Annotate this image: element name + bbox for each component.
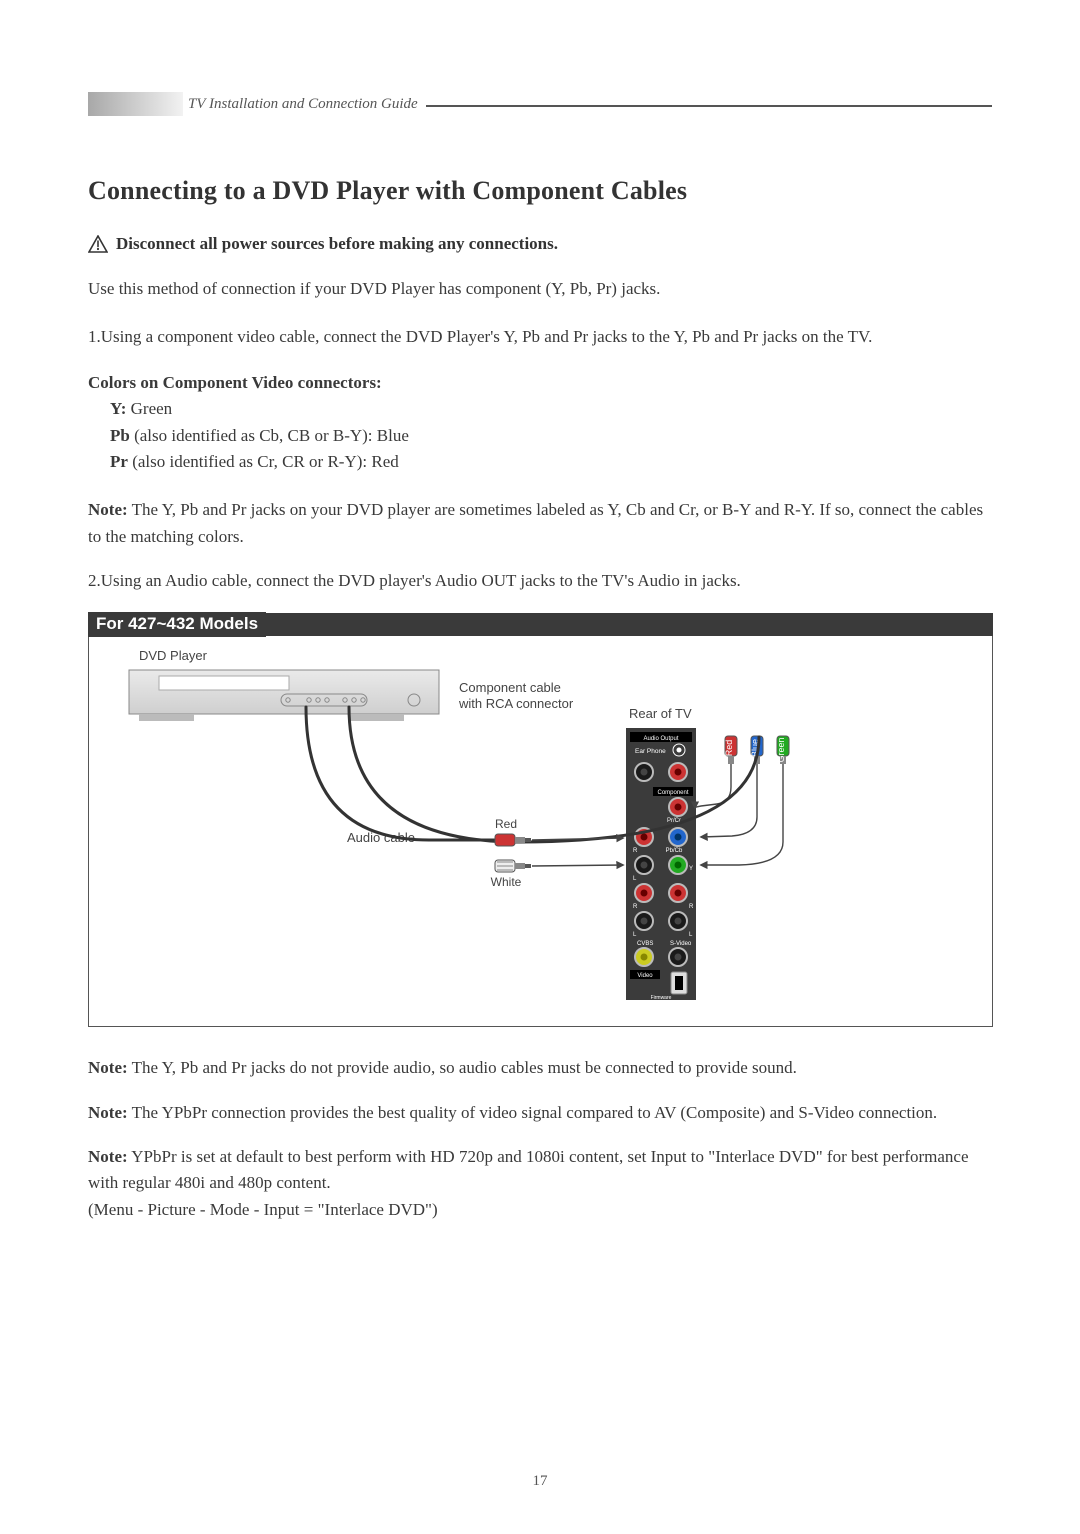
rear-tv-label: Rear of TV (629, 706, 692, 721)
tv-rear-panel-icon: Audio Output Ear Phone Component (626, 728, 696, 1012)
panel-component: Component (657, 790, 688, 796)
green-component-line (701, 764, 783, 865)
note-quality-text: The YPbPr connection provides the best q… (132, 1103, 938, 1122)
header-gradient-bar (88, 92, 183, 116)
audio-red-label: Red (495, 817, 517, 831)
dvd-player-icon (129, 670, 439, 721)
panel-y: Y (689, 866, 693, 872)
page-content: Connecting to a DVD Player with Componen… (88, 176, 993, 1223)
note-labeling: Note: The Y, Pb and Pr jacks on your DVD… (88, 497, 993, 550)
panel-fw3: Port (656, 1007, 666, 1012)
note-audio-text: The Y, Pb and Pr jacks do not provide au… (132, 1058, 797, 1077)
component-cable-arc (349, 707, 759, 842)
red-vert-label: Red (724, 740, 734, 757)
audio-white-plug-icon (495, 860, 531, 872)
audio-white-arrow (532, 865, 623, 866)
colors-block: Colors on Component Video connectors: Y:… (88, 370, 993, 475)
panel-video: Video (637, 973, 653, 979)
panel-cvbs: CVBS (637, 941, 653, 947)
panel-pbcb: Pb/Cb (666, 848, 683, 854)
green-vert-label: Green (776, 738, 786, 763)
colors-heading: Colors on Component Video connectors: (88, 370, 993, 396)
diagram-svg: DVD Player (99, 642, 979, 1012)
page-header: TV Installation and Connection Guide (88, 96, 992, 118)
audio-red-plug-icon (495, 834, 531, 846)
panel-r-2: R (633, 904, 638, 910)
warning-text: Disconnect all power sources before maki… (116, 234, 558, 254)
warning-icon (88, 235, 108, 253)
note-interlace: Note: YPbPr is set at default to best pe… (88, 1144, 993, 1223)
component-cable-label-1: Component cable (459, 680, 561, 695)
audio-cable-arc (306, 707, 499, 840)
header-rule (426, 105, 992, 107)
panel-svideo: S-Video (670, 941, 692, 947)
page: TV Installation and Connection Guide Con… (0, 0, 1080, 1534)
color-pr-label: Pr (110, 452, 128, 471)
note-label: Note: (88, 500, 128, 519)
audio-red-arrow (532, 838, 623, 840)
warning-row: Disconnect all power sources before maki… (88, 234, 993, 254)
page-number: 17 (0, 1473, 1080, 1490)
panel-audio-output: Audio Output (643, 736, 678, 742)
note-label: Note: (88, 1103, 128, 1122)
color-y-row: Y: Green (88, 396, 993, 422)
note-labeling-text: The Y, Pb and Pr jacks on your DVD playe… (88, 500, 983, 545)
color-pb-value: (also identified as Cb, CB or B-Y): Blue (134, 426, 409, 445)
diagram-box: DVD Player (88, 636, 993, 1027)
color-pr-row: Pr (also identified as Cr, CR or R-Y): R… (88, 449, 993, 475)
color-y-label: Y: (110, 399, 126, 418)
color-pr-value: (also identified as Cr, CR or R-Y): Red (132, 452, 399, 471)
color-pb-label: Pb (110, 426, 130, 445)
audio-white-label: White (491, 875, 522, 889)
component-cable-label-2: with RCA connector (458, 696, 574, 711)
step-1: 1.Using a component video cable, connect… (88, 324, 993, 350)
note-quality: Note: The YPbPr connection provides the … (88, 1100, 993, 1126)
intro-paragraph: Use this method of connection if your DV… (88, 276, 993, 302)
panel-earphone: Ear Phone (635, 748, 666, 755)
page-title: Connecting to a DVD Player with Componen… (88, 176, 993, 206)
step-2: 2.Using an Audio cable, connect the DVD … (88, 568, 993, 594)
panel-r-1: R (633, 848, 638, 854)
color-pb-row: Pb (also identified as Cb, CB or B-Y): B… (88, 423, 993, 449)
note-interlace-text-1: YPbPr is set at default to best perform … (88, 1147, 969, 1192)
color-y-value: Green (131, 399, 173, 418)
diagram: For 427~432 Models DVD Player (88, 613, 993, 1027)
panel-r-3: R (689, 904, 694, 910)
dvd-player-label: DVD Player (139, 648, 208, 663)
diagram-header: For 427~432 Models (88, 612, 266, 637)
note-label: Note: (88, 1147, 128, 1166)
note-interlace-text-2: (Menu - Picture - Mode - Input = "Interl… (88, 1200, 438, 1219)
note-label: Note: (88, 1058, 128, 1077)
note-audio: Note: The Y, Pb and Pr jacks do not prov… (88, 1055, 993, 1081)
running-title: TV Installation and Connection Guide (188, 96, 418, 113)
